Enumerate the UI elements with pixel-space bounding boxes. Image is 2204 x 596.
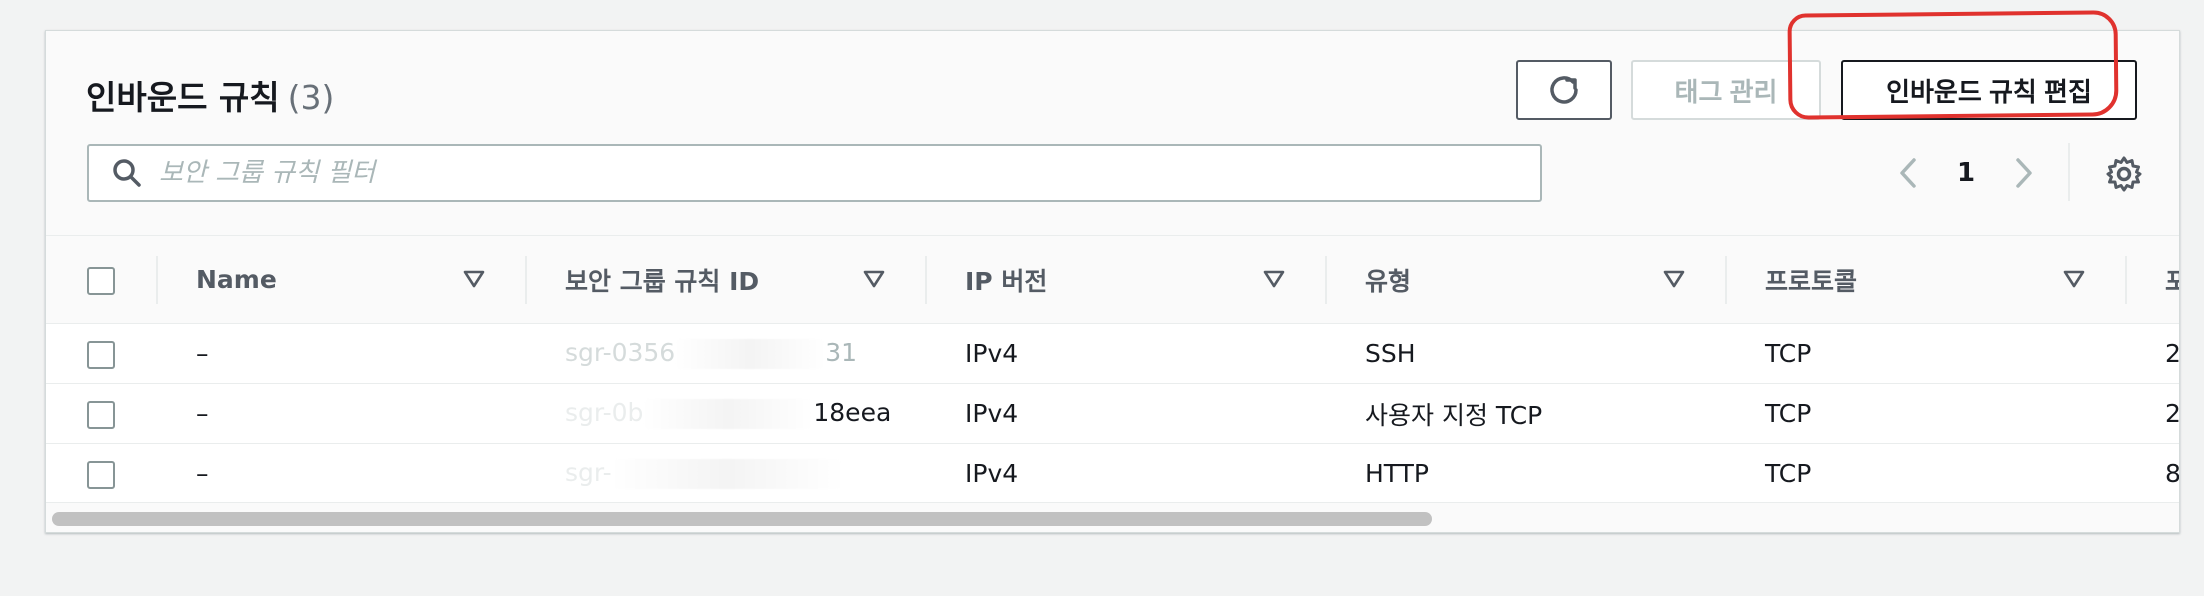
column-separator [2125, 256, 2127, 304]
next-page-button[interactable] [2002, 151, 2046, 195]
column-header-ip-version[interactable]: IP 버전 [925, 235, 1325, 324]
column-label: 프로토콜 [1765, 266, 1858, 296]
inbound-rules-table: Name 보안 그룹 규칙 ID IP 버전 유형 프로토콜 포 – sgr-0… [46, 235, 2180, 504]
sort-down-icon [463, 270, 485, 288]
rule-id-text: sgr-0356 [565, 338, 676, 367]
column-label: 유형 [1365, 266, 1412, 296]
cell-rule-id[interactable]: sgr-0356 31 [525, 324, 925, 384]
cell-protocol: TCP [1765, 339, 1812, 368]
row-checkbox[interactable] [87, 340, 115, 369]
panel-title: 인바운드 규칙 (3) [86, 71, 334, 119]
pagination: 1 [1886, 151, 2046, 195]
redacted-block [675, 339, 826, 369]
sort-down-icon [1263, 270, 1285, 288]
select-all-checkbox[interactable] [87, 266, 115, 295]
previous-page-button[interactable] [1886, 151, 1930, 195]
column-separator [156, 256, 158, 304]
cell-name: – [196, 339, 209, 368]
horizontal-scrollbar[interactable] [46, 502, 2179, 532]
rule-id-tail: 18eea [813, 398, 892, 427]
cell-name: – [196, 459, 209, 488]
sort-down-icon [2063, 270, 2085, 288]
table-settings-button[interactable] [2101, 151, 2147, 197]
manage-tags-button[interactable]: 태그 관리 [1631, 60, 1821, 120]
column-label: 포 [2165, 267, 2179, 296]
column-label: 보안 그룹 규칙 ID [565, 266, 760, 296]
cell-port: 80 [2165, 459, 2180, 488]
rule-id-text: sgr- [565, 458, 612, 487]
row-select-cell [46, 324, 156, 384]
row-select-cell [46, 384, 156, 444]
cell-ip-version: IPv4 [965, 459, 1019, 488]
table-row[interactable]: – sgr-0356 31 IPv4 SSH TCP 22 [46, 323, 2180, 384]
cell-rule-id[interactable]: sgr-0b 18eea [525, 384, 925, 444]
column-header-name[interactable]: Name [156, 235, 525, 324]
select-all-cell [46, 235, 156, 324]
scrollbar-thumb[interactable] [52, 512, 1432, 526]
table-row[interactable]: – sgr- IPv4 HTTP TCP 80 [46, 443, 2180, 504]
search-input[interactable] [159, 158, 1459, 188]
current-page-number[interactable]: 1 [1930, 158, 2002, 188]
chevron-right-icon [2016, 158, 2032, 188]
gear-icon [2106, 156, 2142, 192]
cell-ip-version: IPv4 [965, 339, 1019, 368]
cell-port: 22 [2165, 339, 2180, 368]
refresh-button[interactable] [1516, 60, 1612, 120]
rule-id-text: sgr-0b [565, 398, 644, 427]
inbound-rules-panel: 인바운드 규칙(3) 태그 관리 인바운드 규칙 편집 1 [45, 30, 2180, 533]
cell-ip-version: IPv4 [965, 399, 1019, 428]
row-checkbox[interactable] [87, 400, 115, 429]
table-row[interactable]: – sgr-0b 18eea IPv4 사용자 지정 TCP TCP 27 [46, 383, 2180, 444]
column-separator [925, 256, 927, 304]
sort-down-icon [863, 270, 885, 288]
column-label: IP 버전 [965, 266, 1048, 296]
pager-divider [2068, 143, 2070, 201]
cell-type: 사용자 지정 TCP [1365, 400, 1543, 430]
cell-name: – [196, 399, 209, 428]
table-header-row: Name 보안 그룹 규칙 ID IP 버전 유형 프로토콜 포 [46, 235, 2179, 324]
column-header-protocol[interactable]: 프로토콜 [1725, 235, 2125, 324]
column-separator [525, 256, 527, 304]
redacted-block [611, 459, 842, 489]
column-header-type[interactable]: 유형 [1325, 235, 1725, 324]
column-header-rule-id[interactable]: 보안 그룹 규칙 ID [525, 235, 925, 324]
panel-header: 인바운드 규칙(3) 태그 관리 인바운드 규칙 편집 1 [46, 31, 2179, 235]
row-select-cell [46, 444, 156, 504]
cell-type: HTTP [1365, 459, 1429, 488]
redacted-block [643, 399, 814, 429]
column-separator [1725, 256, 1727, 304]
column-label: Name [196, 265, 277, 294]
cell-protocol: TCP [1765, 399, 1812, 428]
column-separator [1325, 256, 1327, 304]
row-checkbox[interactable] [87, 460, 115, 489]
rule-id-tail: 31 [825, 338, 858, 367]
cell-rule-id[interactable]: sgr- [525, 444, 925, 504]
cell-port: 27 [2165, 399, 2180, 428]
rule-filter-search[interactable] [87, 144, 1542, 202]
rule-count: (3) [287, 78, 335, 117]
sort-down-icon [1663, 270, 1685, 288]
cell-protocol: TCP [1765, 459, 1812, 488]
search-icon [107, 153, 147, 193]
cell-type: SSH [1365, 339, 1416, 368]
chevron-left-icon [1900, 158, 1916, 188]
edit-inbound-rules-button[interactable]: 인바운드 규칙 편집 [1841, 60, 2137, 120]
title-text: 인바운드 규칙 [86, 78, 280, 117]
column-header-port[interactable]: 포 [2125, 235, 2179, 324]
refresh-icon [1550, 76, 1578, 104]
